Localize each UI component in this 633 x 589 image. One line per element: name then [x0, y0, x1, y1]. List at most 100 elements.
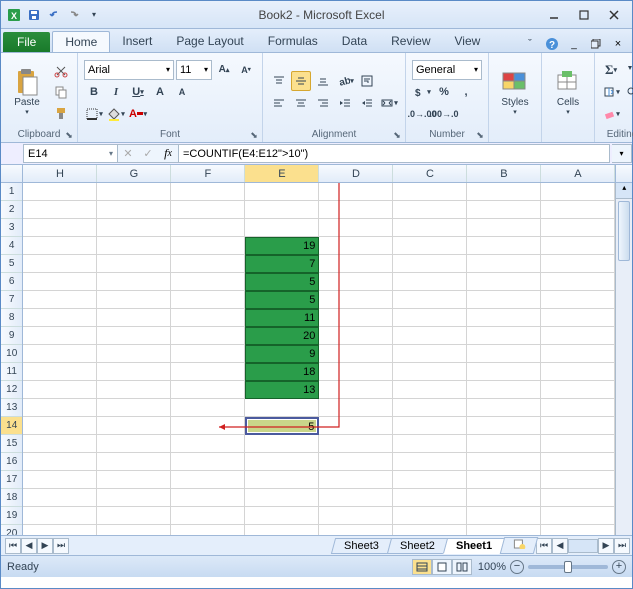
- cell[interactable]: 7: [245, 255, 319, 273]
- cell[interactable]: [541, 273, 615, 291]
- sheet-tab[interactable]: Sheet2: [387, 538, 448, 554]
- cell[interactable]: [319, 201, 393, 219]
- cell[interactable]: [23, 381, 97, 399]
- tab-review[interactable]: Review: [379, 31, 442, 52]
- cell[interactable]: 11: [245, 309, 319, 327]
- cell[interactable]: [245, 525, 319, 535]
- sheet-tab[interactable]: Sheet1: [443, 538, 505, 554]
- align-bottom-button[interactable]: [313, 71, 333, 91]
- align-top-button[interactable]: [269, 71, 289, 91]
- cells-area[interactable]: 197551120918135: [23, 183, 615, 535]
- cell[interactable]: [97, 381, 171, 399]
- cell[interactable]: [97, 489, 171, 507]
- cell[interactable]: [97, 363, 171, 381]
- cell[interactable]: [393, 219, 467, 237]
- cell[interactable]: [467, 525, 541, 535]
- cell[interactable]: [319, 309, 393, 327]
- italic-button[interactable]: I: [106, 82, 126, 102]
- page-layout-view-button[interactable]: [432, 559, 452, 575]
- hscroll-left[interactable]: ◀: [552, 538, 568, 554]
- scroll-up-button[interactable]: ▴: [616, 183, 632, 199]
- sheet-nav-next[interactable]: ▶: [37, 538, 53, 554]
- cell[interactable]: [171, 471, 245, 489]
- zoom-slider[interactable]: [528, 565, 608, 569]
- hscroll-last[interactable]: ⏭: [614, 538, 630, 554]
- cell[interactable]: [97, 435, 171, 453]
- cell[interactable]: [467, 345, 541, 363]
- cell[interactable]: [171, 237, 245, 255]
- doc-close-icon[interactable]: ×: [610, 36, 626, 52]
- cell[interactable]: [171, 345, 245, 363]
- cell[interactable]: [319, 273, 393, 291]
- cut-button[interactable]: [51, 61, 71, 81]
- minimize-button[interactable]: [540, 6, 568, 24]
- cell[interactable]: [245, 201, 319, 219]
- cell[interactable]: [541, 201, 615, 219]
- cancel-formula-button[interactable]: ✕: [118, 144, 138, 163]
- cell[interactable]: [393, 525, 467, 535]
- tab-page-layout[interactable]: Page Layout: [164, 31, 255, 52]
- sheet-nav-first[interactable]: ⏮: [5, 538, 21, 554]
- hscroll-thumb[interactable]: [568, 539, 598, 553]
- cell[interactable]: [319, 219, 393, 237]
- align-right-button[interactable]: [313, 93, 333, 113]
- cell[interactable]: [319, 417, 393, 435]
- help-icon[interactable]: ?: [544, 36, 560, 52]
- cell[interactable]: [171, 381, 245, 399]
- cell[interactable]: [467, 201, 541, 219]
- row-header[interactable]: 15: [1, 435, 22, 453]
- doc-restore-icon[interactable]: [588, 36, 604, 52]
- scroll-thumb[interactable]: [618, 201, 630, 261]
- cell[interactable]: [97, 327, 171, 345]
- cell[interactable]: [467, 219, 541, 237]
- clear-button[interactable]: ▾: [601, 104, 621, 124]
- cell[interactable]: [541, 471, 615, 489]
- cell[interactable]: [23, 237, 97, 255]
- cell[interactable]: [245, 435, 319, 453]
- cell[interactable]: [393, 417, 467, 435]
- align-middle-button[interactable]: [291, 71, 311, 91]
- decrease-decimal-button[interactable]: .00→.0: [434, 104, 454, 124]
- tab-home[interactable]: Home: [52, 31, 110, 52]
- cell[interactable]: [541, 363, 615, 381]
- cell[interactable]: [319, 489, 393, 507]
- cell[interactable]: [23, 417, 97, 435]
- cell[interactable]: [393, 327, 467, 345]
- cell[interactable]: [319, 327, 393, 345]
- alignment-launcher-icon[interactable]: ⬊: [391, 129, 403, 141]
- cell[interactable]: [97, 507, 171, 525]
- cell[interactable]: [541, 327, 615, 345]
- cell[interactable]: 5: [245, 291, 319, 309]
- zoom-in-button[interactable]: +: [612, 560, 626, 574]
- cell[interactable]: [97, 237, 171, 255]
- hscroll-first[interactable]: ⏮: [536, 538, 552, 554]
- column-header[interactable]: C: [393, 165, 467, 182]
- cell[interactable]: [541, 399, 615, 417]
- column-header[interactable]: A: [541, 165, 615, 182]
- wrap-text-button[interactable]: [357, 71, 377, 91]
- cell[interactable]: [319, 453, 393, 471]
- increase-indent-button[interactable]: [357, 93, 377, 113]
- cell[interactable]: [467, 417, 541, 435]
- sheet-tab[interactable]: Sheet3: [331, 538, 392, 554]
- enter-formula-button[interactable]: ✓: [138, 144, 158, 163]
- cell[interactable]: [245, 489, 319, 507]
- shrink-font-button[interactable]: A▾: [236, 60, 256, 80]
- cell[interactable]: [171, 183, 245, 201]
- autosum-button[interactable]: Σ▾: [601, 60, 621, 80]
- row-header[interactable]: 2: [1, 201, 22, 219]
- cell[interactable]: [393, 507, 467, 525]
- cell[interactable]: [23, 327, 97, 345]
- row-header[interactable]: 18: [1, 489, 22, 507]
- cell[interactable]: 9: [245, 345, 319, 363]
- fill-button[interactable]: ▾: [601, 82, 621, 102]
- cell[interactable]: [319, 399, 393, 417]
- orientation-button[interactable]: ab▾: [335, 71, 355, 91]
- cell[interactable]: [319, 507, 393, 525]
- cell[interactable]: [23, 435, 97, 453]
- cell[interactable]: [171, 507, 245, 525]
- cell[interactable]: [23, 399, 97, 417]
- cell[interactable]: [541, 309, 615, 327]
- cell[interactable]: [393, 309, 467, 327]
- minimize-ribbon-icon[interactable]: ˇ: [522, 36, 538, 52]
